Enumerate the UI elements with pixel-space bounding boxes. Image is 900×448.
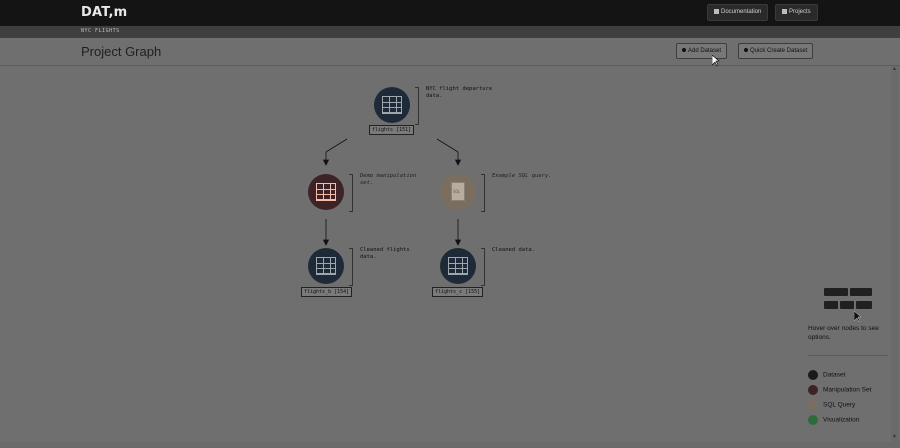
documentation-label: Documentation xyxy=(721,9,762,15)
manipulation-set-node[interactable] xyxy=(308,174,344,210)
documentation-button[interactable]: Documentation xyxy=(707,4,769,21)
app-logo[interactable]: DAT,m xyxy=(81,5,127,20)
legend-item-sql-query: SQL Query xyxy=(808,400,855,410)
book-icon xyxy=(714,8,719,14)
legend-item-manipulation-set: Manipulation Set xyxy=(808,385,871,395)
dataset-node-flights[interactable] xyxy=(374,87,410,123)
quick-create-label: Quick Create Dataset xyxy=(750,48,808,54)
node-label[interactable]: flights_c [155] xyxy=(432,287,484,297)
sql-icon-text: SQL xyxy=(453,189,461,194)
legend-divider xyxy=(808,355,888,356)
table-icon xyxy=(316,183,336,201)
legend-item-dataset: Dataset xyxy=(808,370,845,380)
folder-icon xyxy=(782,8,787,14)
top-navbar: DAT,m Documentation Projects xyxy=(0,0,900,26)
node-description: Cleaned flights data. xyxy=(360,247,410,260)
dataset-node-flights-b[interactable] xyxy=(308,248,344,284)
table-icon xyxy=(382,96,402,114)
project-graph[interactable]: NYC flight departure data. flights [151]… xyxy=(0,66,890,442)
sql-dot-icon xyxy=(808,400,818,410)
dataset-dot-icon xyxy=(808,370,818,380)
scroll-up-icon[interactable]: ▲ xyxy=(892,66,897,72)
quick-create-dataset-button[interactable]: Quick Create Dataset xyxy=(738,43,814,59)
legend-item-visualization: Visualization xyxy=(808,415,859,425)
desc-bracket xyxy=(481,174,485,212)
visualization-dot-icon xyxy=(808,415,818,425)
hover-illustration-icon xyxy=(824,284,874,314)
node-description: Demo manipulation set. xyxy=(360,173,417,186)
node-description: Cleaned data. xyxy=(492,247,536,253)
node-label[interactable]: flights_b [154] xyxy=(301,287,353,297)
node-description: NYC flight departure data. xyxy=(426,86,493,99)
desc-bracket xyxy=(415,87,419,125)
desc-bracket xyxy=(481,248,485,286)
sql-query-node[interactable]: SQL xyxy=(440,174,476,210)
page-title: Project Graph xyxy=(81,44,162,59)
mouse-cursor-icon xyxy=(712,55,720,67)
node-label[interactable]: flights [151] xyxy=(369,125,415,135)
table-icon xyxy=(448,257,468,275)
horizontal-scrollbar[interactable] xyxy=(0,442,900,448)
legend-label: Manipulation Set xyxy=(823,386,872,394)
breadcrumb[interactable]: NYC FLIGHTS xyxy=(81,28,120,34)
legend-label: Visualization xyxy=(823,416,860,424)
edge-flights-to-manip xyxy=(325,138,348,153)
desc-bracket xyxy=(349,248,353,286)
breadcrumb-bar: NYC FLIGHTS xyxy=(0,26,900,38)
projects-button[interactable]: Projects xyxy=(775,4,818,21)
table-icon xyxy=(316,257,336,275)
manipulation-dot-icon xyxy=(808,385,818,395)
user-icon xyxy=(682,48,686,53)
scroll-down-icon[interactable]: ▼ xyxy=(892,434,897,440)
edge-flights-to-sql xyxy=(436,138,459,153)
legend-label: Dataset xyxy=(823,371,846,379)
sql-file-icon: SQL xyxy=(451,182,465,201)
desc-bracket xyxy=(349,174,353,212)
add-dataset-label: Add Dataset xyxy=(688,48,722,54)
hover-hint-text: Hover over nodes to see options. xyxy=(808,325,879,341)
dataset-node-flights-c[interactable] xyxy=(440,248,476,284)
projects-label: Projects xyxy=(789,9,811,15)
node-description: Example SQL query. xyxy=(492,173,552,179)
mouse-cursor-icon xyxy=(854,311,862,323)
plus-circle-icon xyxy=(744,48,748,53)
vertical-scrollbar[interactable]: ▲ ▼ xyxy=(891,66,899,442)
legend-label: SQL Query xyxy=(823,401,856,409)
